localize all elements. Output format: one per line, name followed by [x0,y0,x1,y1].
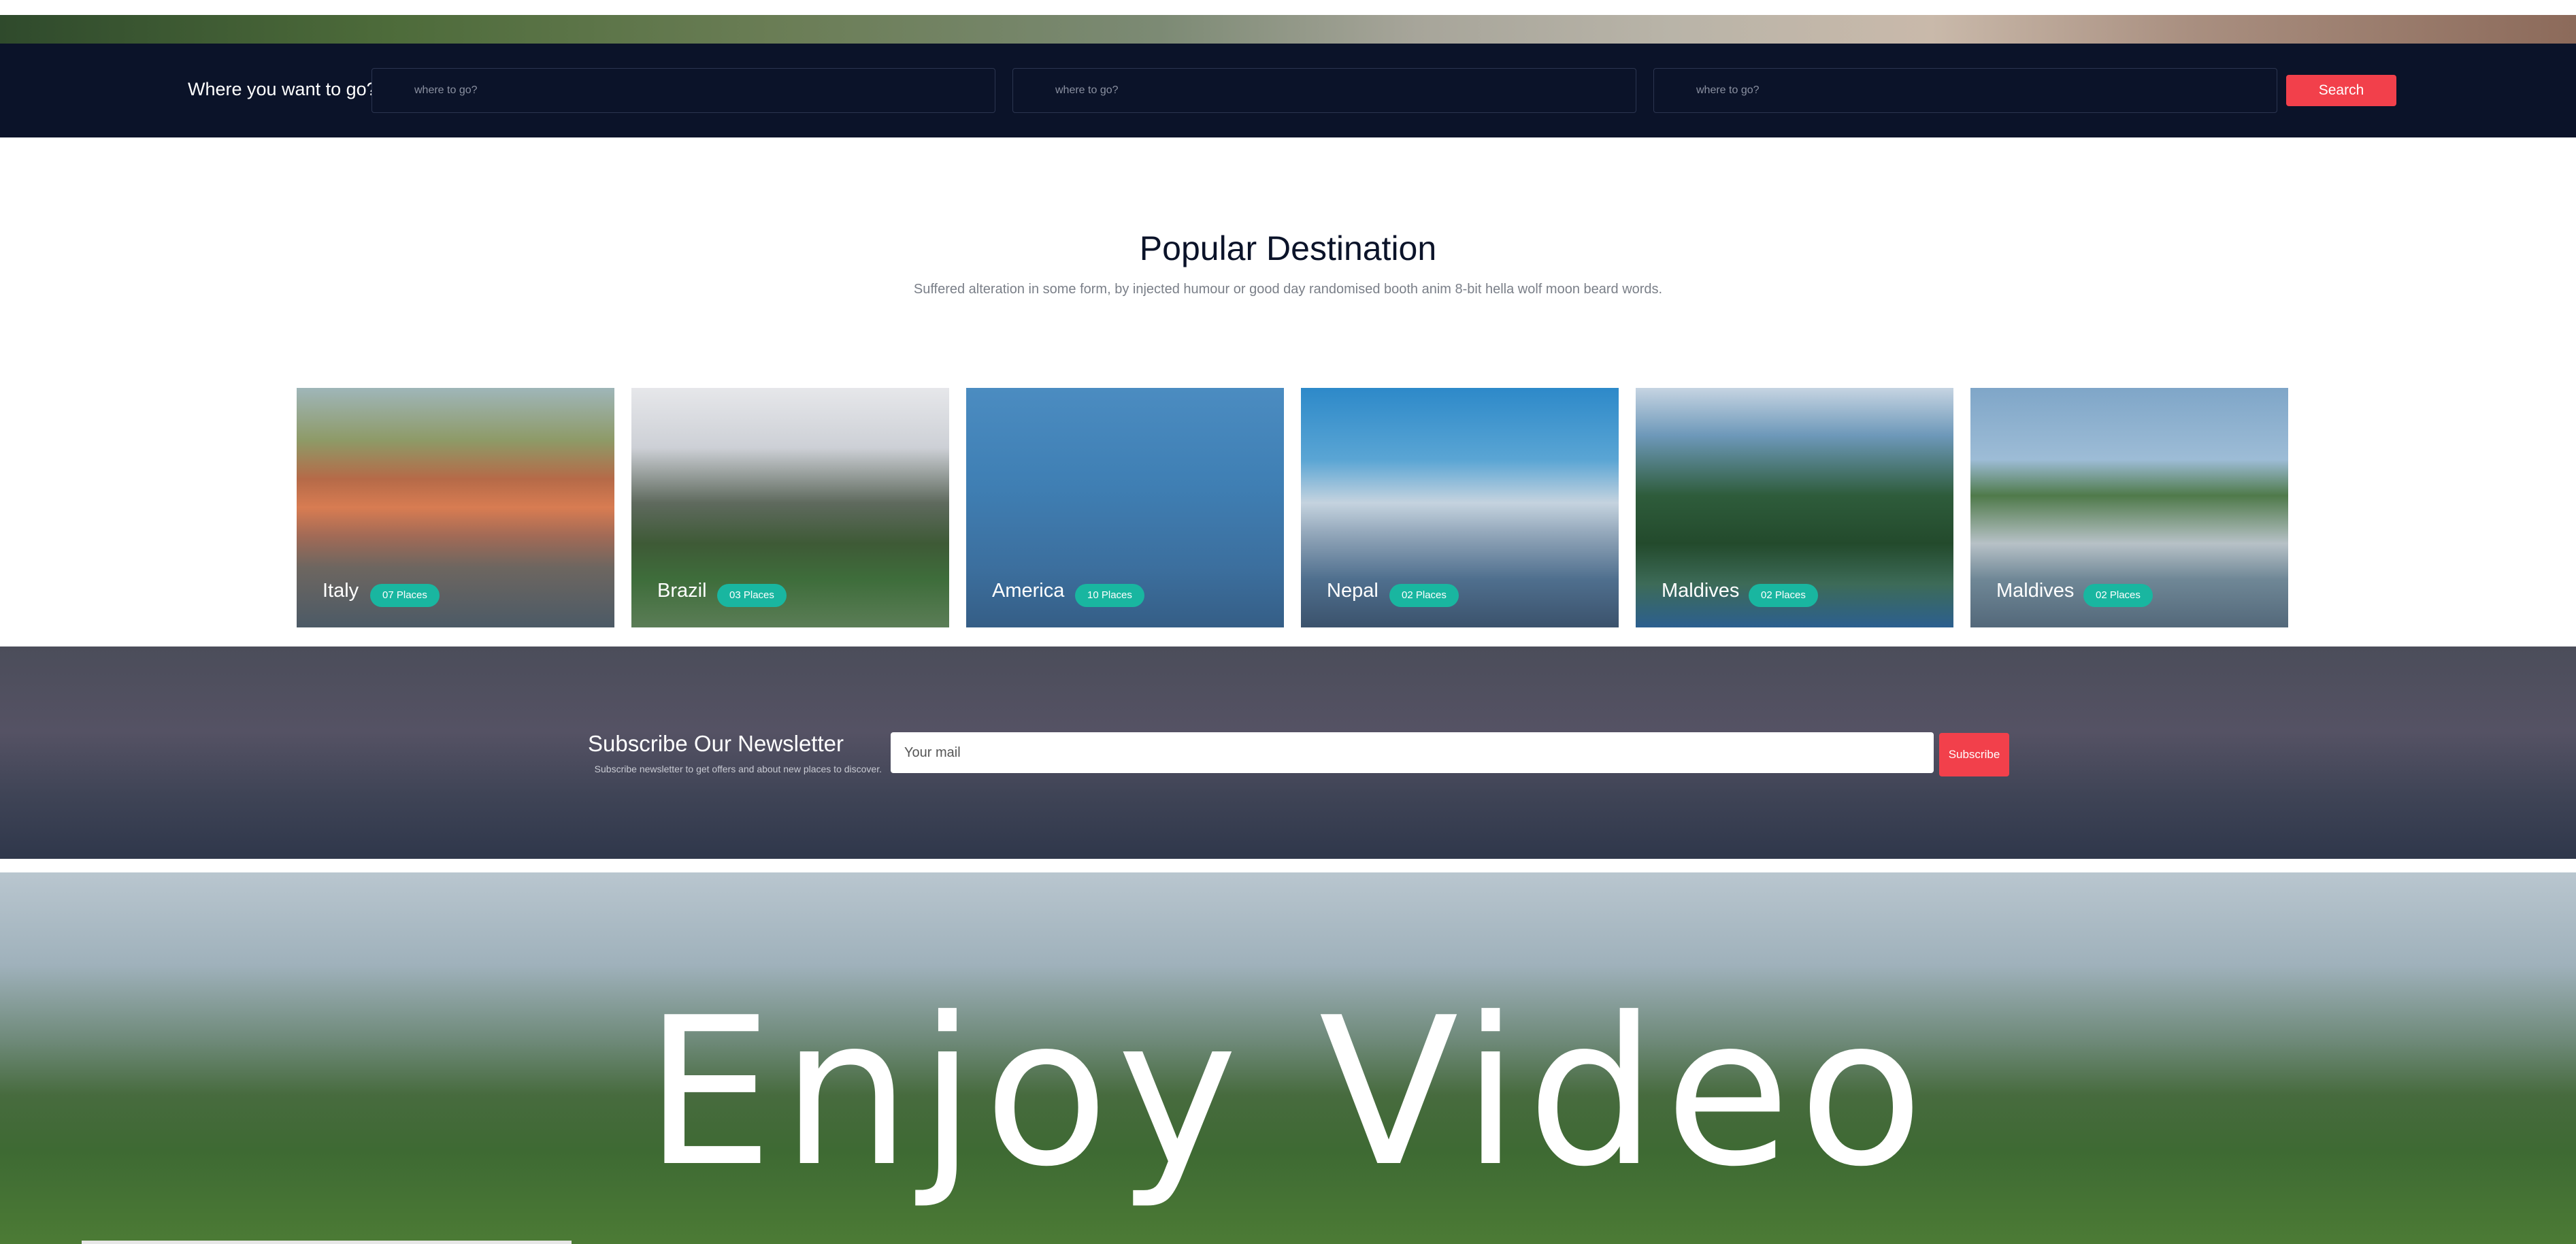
destination-card-maldives[interactable]: Maldives 02 Places [1970,388,2288,627]
newsletter-email-input[interactable] [891,732,1934,773]
destination-name: Maldives [1996,580,2075,602]
places-badge: 02 Places [1389,584,1459,607]
destination-name: Maldives [1662,580,1740,602]
places-badge: 07 Places [370,584,440,607]
hero-photo-strip [0,0,2576,44]
page: Where you want to go? Search Popular Des… [0,0,2576,1244]
destination-name: America [992,580,1065,602]
destination-input-3[interactable] [1653,68,2277,113]
destination-card-brazil[interactable]: Brazil 03 Places [631,388,949,627]
destination-name: Nepal [1327,580,1378,602]
destination-card-america[interactable]: America 10 Places [966,388,1284,627]
places-badge: 02 Places [1749,584,1818,607]
subscribe-button[interactable]: Subscribe [1939,733,2009,776]
destination-name: Brazil [657,580,707,602]
destination-card-italy[interactable]: Italy 07 Places [297,388,614,627]
search-label: Where you want to go? [188,79,377,99]
popular-subtitle: Suffered alteration in some form, by inj… [913,282,1663,297]
newsletter-subtitle: Subscribe newsletter to get offers and a… [594,764,882,774]
places-badge: 10 Places [1075,584,1144,607]
destination-input-1[interactable] [371,68,995,113]
destination-card-maldives[interactable]: Maldives 02 Places [1636,388,1953,627]
popular-title: Popular Destination [1139,229,1437,267]
search-button[interactable]: Search [2286,75,2396,106]
places-badge: 02 Places [2083,584,2153,607]
video-progress-bar[interactable] [82,1241,572,1244]
destination-card-nepal[interactable]: Nepal 02 Places [1301,388,1619,627]
video-title: Enjoy Video [644,974,1932,1211]
destination-input-2[interactable] [1012,68,1636,113]
newsletter-title: Subscribe Our Newsletter [588,731,844,756]
destination-name: Italy [323,580,359,602]
places-badge: 03 Places [717,584,787,607]
